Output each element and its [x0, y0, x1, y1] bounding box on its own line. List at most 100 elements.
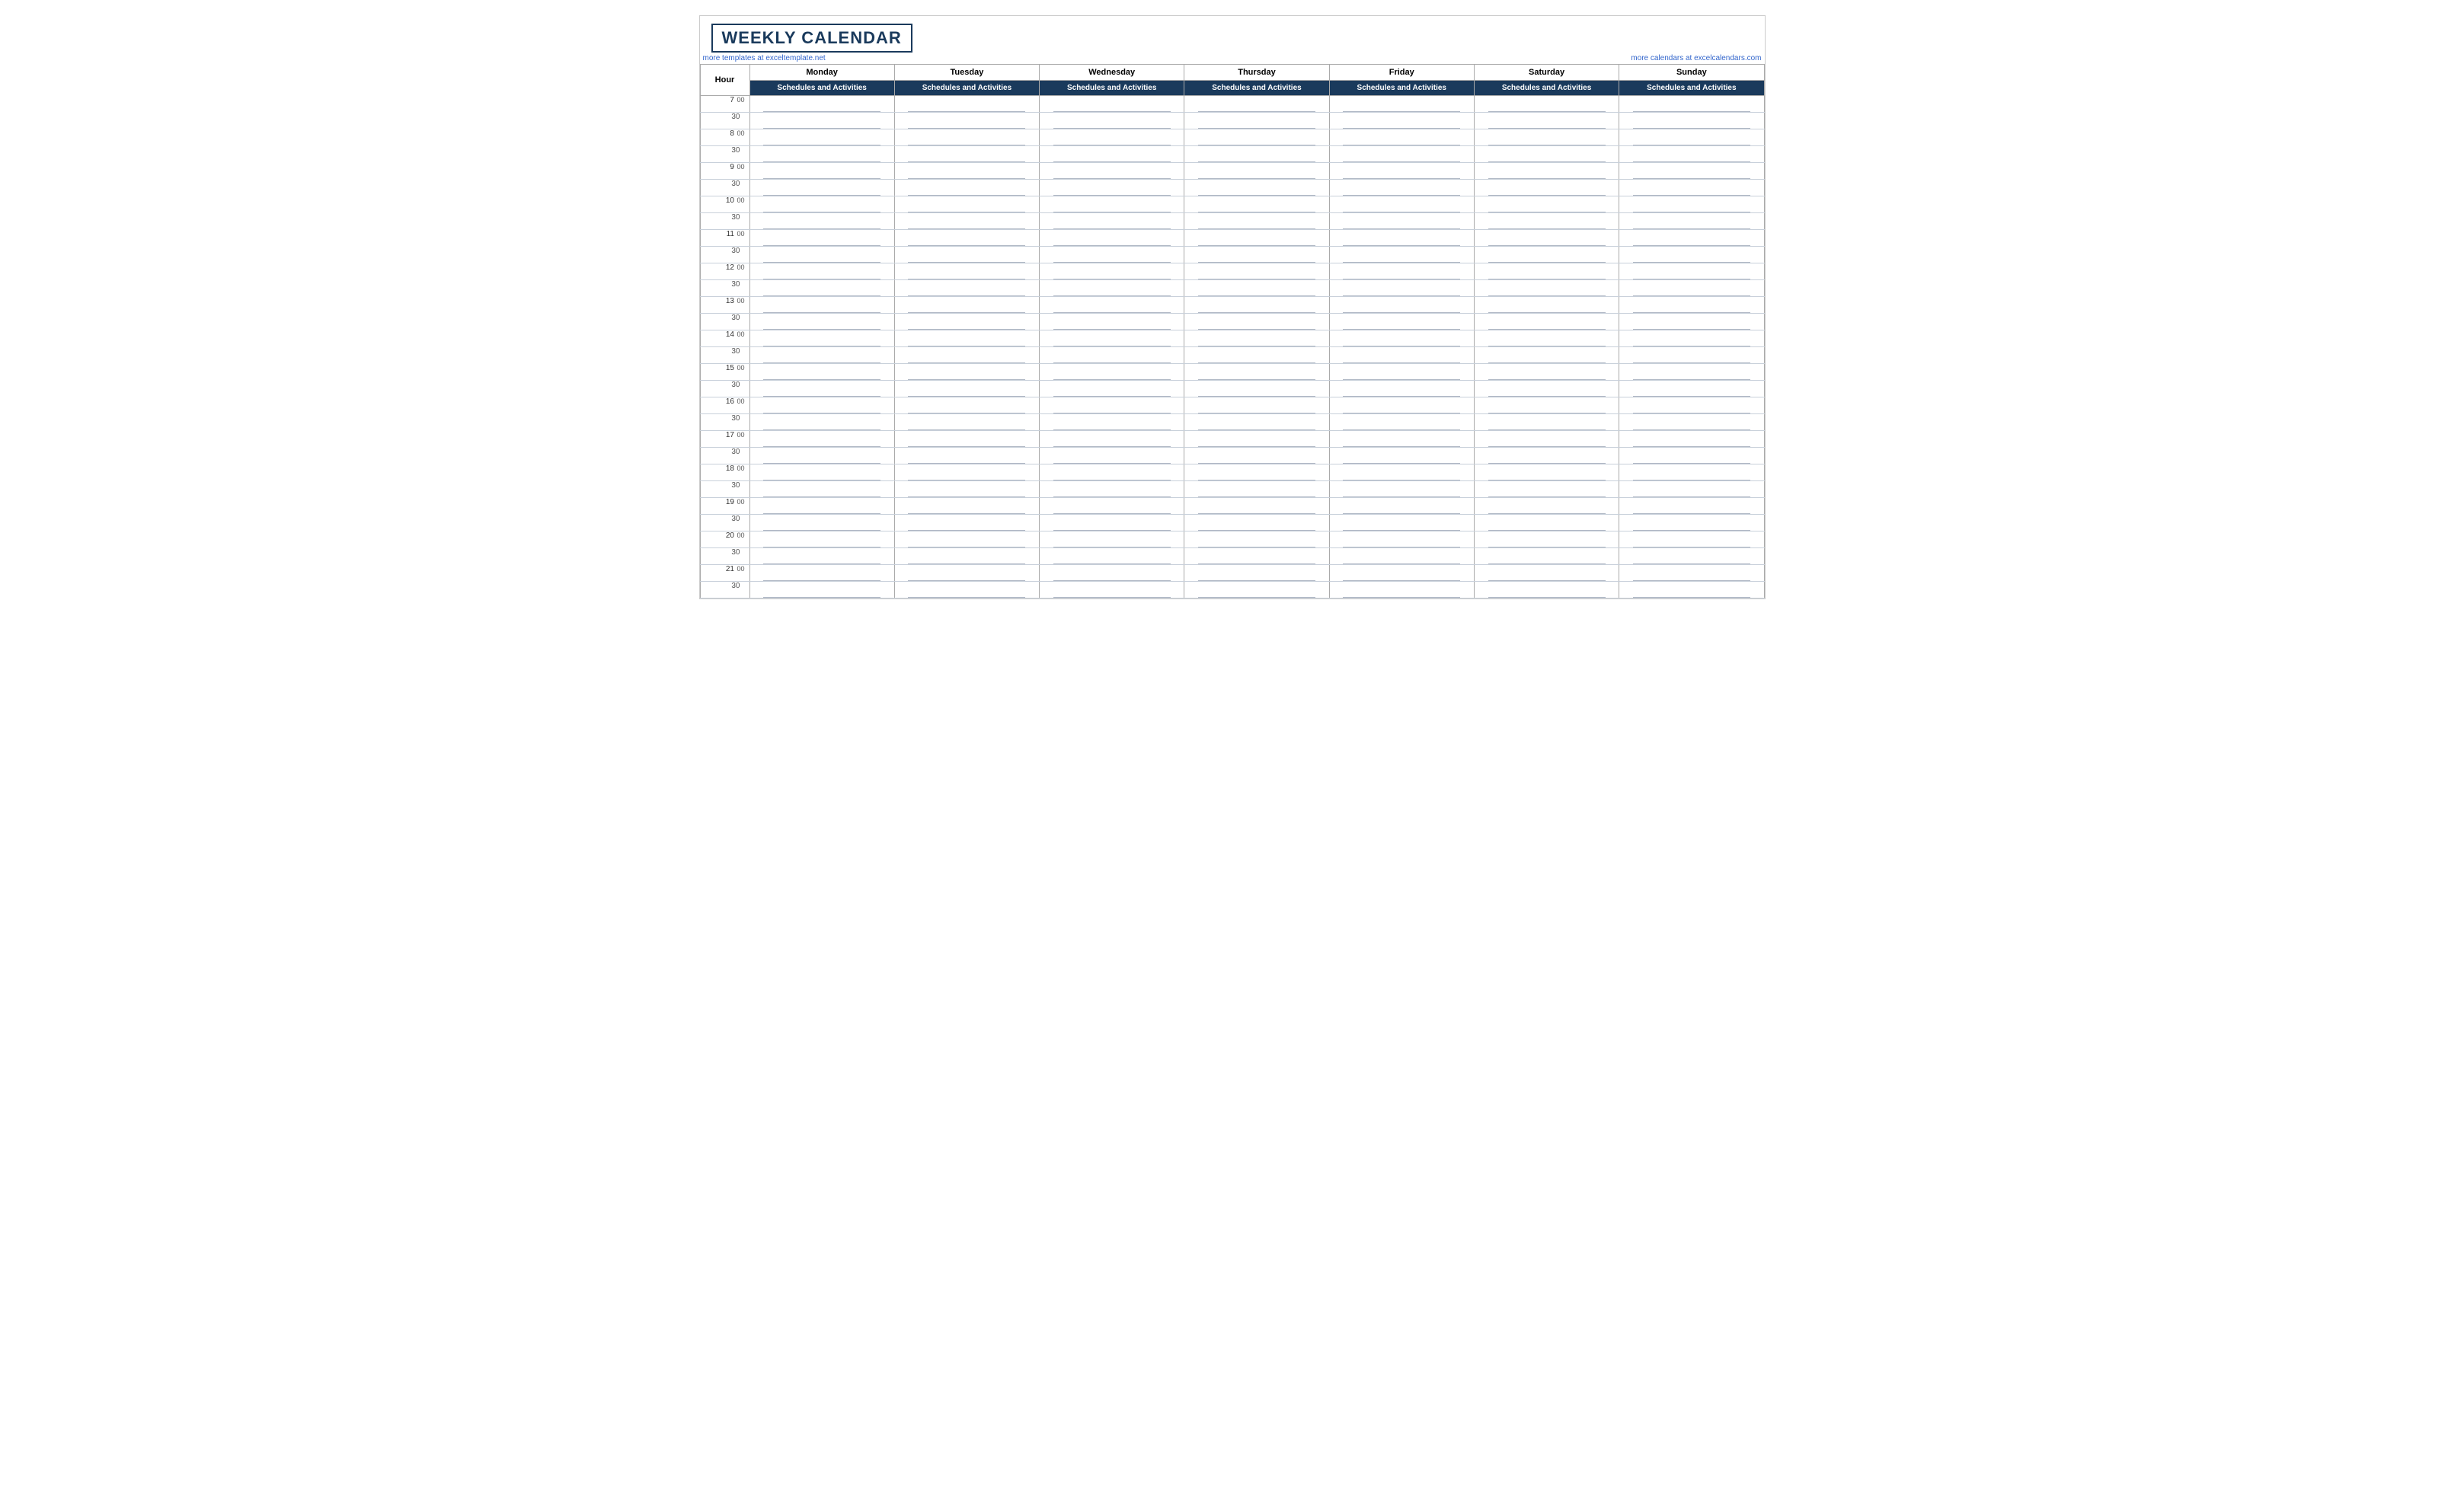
schedule-cell[interactable] — [1619, 448, 1764, 464]
schedule-cell[interactable] — [1329, 196, 1474, 213]
schedule-cell[interactable] — [1329, 113, 1474, 129]
schedule-cell[interactable] — [1040, 280, 1184, 297]
schedule-cell[interactable] — [1184, 431, 1329, 448]
schedule-cell[interactable] — [749, 548, 894, 565]
schedule-cell[interactable] — [1474, 230, 1619, 247]
schedule-cell[interactable] — [1184, 263, 1329, 280]
schedule-cell[interactable] — [894, 330, 1039, 347]
schedule-cell[interactable] — [749, 213, 894, 230]
schedule-cell[interactable] — [1474, 414, 1619, 431]
schedule-cell[interactable] — [749, 297, 894, 314]
schedule-cell[interactable] — [1474, 397, 1619, 414]
schedule-cell[interactable] — [1474, 582, 1619, 598]
schedule-cell[interactable] — [894, 314, 1039, 330]
schedule-cell[interactable] — [1329, 280, 1474, 297]
schedule-cell[interactable] — [894, 163, 1039, 180]
schedule-cell[interactable] — [1040, 464, 1184, 481]
schedule-cell[interactable] — [1040, 481, 1184, 498]
schedule-cell[interactable] — [749, 96, 894, 113]
schedule-cell[interactable] — [1184, 146, 1329, 163]
schedule-cell[interactable] — [894, 381, 1039, 397]
schedule-cell[interactable] — [1329, 381, 1474, 397]
schedule-cell[interactable] — [1329, 582, 1474, 598]
schedule-cell[interactable] — [894, 414, 1039, 431]
schedule-cell[interactable] — [1474, 213, 1619, 230]
schedule-cell[interactable] — [1329, 498, 1474, 515]
schedule-cell[interactable] — [1474, 96, 1619, 113]
schedule-cell[interactable] — [1619, 96, 1764, 113]
schedule-cell[interactable] — [1040, 180, 1184, 196]
schedule-cell[interactable] — [1329, 163, 1474, 180]
schedule-cell[interactable] — [1329, 330, 1474, 347]
schedule-cell[interactable] — [894, 247, 1039, 263]
schedule-cell[interactable] — [894, 347, 1039, 364]
schedule-cell[interactable] — [1329, 297, 1474, 314]
schedule-cell[interactable] — [1329, 448, 1474, 464]
schedule-cell[interactable] — [1329, 129, 1474, 146]
schedule-cell[interactable] — [1040, 330, 1184, 347]
schedule-cell[interactable] — [749, 414, 894, 431]
schedule-cell[interactable] — [1619, 213, 1764, 230]
schedule-cell[interactable] — [1184, 548, 1329, 565]
link-right[interactable]: more calendars at excelcalendars.com — [1631, 54, 1761, 62]
schedule-cell[interactable] — [1184, 515, 1329, 531]
schedule-cell[interactable] — [1474, 180, 1619, 196]
schedule-cell[interactable] — [749, 498, 894, 515]
schedule-cell[interactable] — [1184, 196, 1329, 213]
schedule-cell[interactable] — [749, 196, 894, 213]
schedule-cell[interactable] — [894, 263, 1039, 280]
schedule-cell[interactable] — [1040, 263, 1184, 280]
schedule-cell[interactable] — [1474, 330, 1619, 347]
schedule-cell[interactable] — [749, 163, 894, 180]
schedule-cell[interactable] — [894, 280, 1039, 297]
schedule-cell[interactable] — [1329, 314, 1474, 330]
schedule-cell[interactable] — [1474, 448, 1619, 464]
schedule-cell[interactable] — [894, 431, 1039, 448]
schedule-cell[interactable] — [1619, 397, 1764, 414]
schedule-cell[interactable] — [1619, 330, 1764, 347]
schedule-cell[interactable] — [749, 314, 894, 330]
schedule-cell[interactable] — [1619, 498, 1764, 515]
schedule-cell[interactable] — [1619, 280, 1764, 297]
schedule-cell[interactable] — [1040, 565, 1184, 582]
schedule-cell[interactable] — [1619, 314, 1764, 330]
schedule-cell[interactable] — [749, 230, 894, 247]
schedule-cell[interactable] — [894, 96, 1039, 113]
schedule-cell[interactable] — [1329, 230, 1474, 247]
schedule-cell[interactable] — [749, 247, 894, 263]
schedule-cell[interactable] — [1040, 515, 1184, 531]
schedule-cell[interactable] — [1474, 113, 1619, 129]
schedule-cell[interactable] — [1619, 146, 1764, 163]
schedule-cell[interactable] — [1619, 481, 1764, 498]
schedule-cell[interactable] — [1184, 531, 1329, 548]
schedule-cell[interactable] — [1184, 565, 1329, 582]
schedule-cell[interactable] — [1474, 163, 1619, 180]
schedule-cell[interactable] — [1184, 397, 1329, 414]
schedule-cell[interactable] — [1184, 381, 1329, 397]
schedule-cell[interactable] — [894, 515, 1039, 531]
schedule-cell[interactable] — [749, 448, 894, 464]
schedule-cell[interactable] — [1040, 548, 1184, 565]
schedule-cell[interactable] — [1619, 565, 1764, 582]
schedule-cell[interactable] — [1619, 196, 1764, 213]
schedule-cell[interactable] — [1184, 247, 1329, 263]
schedule-cell[interactable] — [1040, 414, 1184, 431]
schedule-cell[interactable] — [1184, 163, 1329, 180]
schedule-cell[interactable] — [1619, 381, 1764, 397]
schedule-cell[interactable] — [1040, 213, 1184, 230]
schedule-cell[interactable] — [1184, 464, 1329, 481]
schedule-cell[interactable] — [1184, 330, 1329, 347]
schedule-cell[interactable] — [749, 397, 894, 414]
schedule-cell[interactable] — [1040, 431, 1184, 448]
schedule-cell[interactable] — [1619, 297, 1764, 314]
schedule-cell[interactable] — [1329, 565, 1474, 582]
schedule-cell[interactable] — [1619, 247, 1764, 263]
schedule-cell[interactable] — [894, 364, 1039, 381]
schedule-cell[interactable] — [749, 531, 894, 548]
schedule-cell[interactable] — [1619, 113, 1764, 129]
schedule-cell[interactable] — [894, 448, 1039, 464]
schedule-cell[interactable] — [749, 565, 894, 582]
schedule-cell[interactable] — [1329, 96, 1474, 113]
schedule-cell[interactable] — [894, 531, 1039, 548]
schedule-cell[interactable] — [1474, 146, 1619, 163]
